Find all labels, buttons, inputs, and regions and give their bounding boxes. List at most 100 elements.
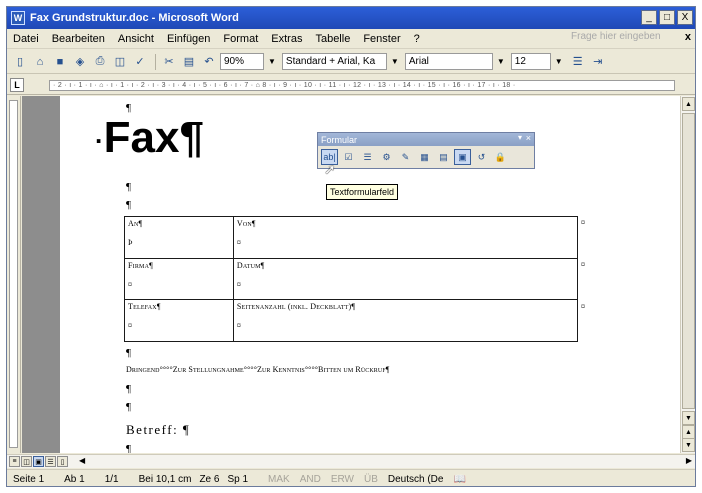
status-page-count: 1/1 [104,473,119,485]
cut-icon[interactable]: ✂ [160,53,178,71]
print-icon[interactable]: ⎙ [91,53,109,71]
scroll-right-icon[interactable]: ▶ [686,456,692,465]
insert-table-icon[interactable]: ▦ [416,149,433,165]
status-extend[interactable]: ERW [331,474,354,485]
horizontal-scrollbar[interactable]: ≡ ◫ ▣ ☰ ▯ ◀ ▶ [7,454,695,468]
zoom-select[interactable]: 90% [220,53,264,70]
urgency-options-line[interactable]: Dringend°°°°Zur Stellungnahme°°°°Zur Ken… [126,365,390,374]
forms-toolbar-close-icon[interactable]: × [526,133,531,143]
save-icon[interactable]: ■ [51,53,69,71]
reading-view-icon[interactable]: ▯ [57,456,68,467]
dropdown-formfield-icon[interactable]: ☰ [359,149,376,165]
formfield-shading-icon[interactable]: ▣ [454,149,471,165]
previous-page-icon[interactable]: ▲ [682,425,695,439]
web-layout-icon[interactable]: ◫ [21,456,32,467]
word-app-icon[interactable]: W [11,11,25,25]
normal-view-icon[interactable]: ≡ [9,456,20,467]
paragraph-mark[interactable]: ¶ [126,401,131,413]
undo-icon[interactable]: ↶ [200,53,218,71]
mouse-pointer-icon: ➚ [324,161,336,177]
paragraph-mark[interactable]: ¶ [126,347,131,359]
print-layout-icon[interactable]: ▣ [33,456,44,467]
paragraph-mark[interactable]: ¶ [126,199,131,211]
status-macro-record[interactable]: MAK [268,474,290,485]
forms-toolbar-title-bar[interactable]: Formular [318,133,534,146]
menu-fenster[interactable]: Fenster [363,33,400,45]
font-size-dropdown-icon[interactable]: ▼ [555,57,563,66]
tab-selector-button[interactable]: L [10,78,24,92]
spelling-status-icon[interactable]: 📖 [453,474,465,485]
indent-icon[interactable]: ⇥ [589,53,607,71]
table-cell-seitenanzahl[interactable]: Seitenanzahl (inkl. Deckblatt)¶ ¤ [232,299,579,342]
open-icon[interactable]: ⌂ [31,53,49,71]
table-cell-von[interactable]: Von¶ ¤ [232,216,579,259]
table-cell-an[interactable]: An¶ Þ [124,216,234,259]
text-cursor-mark: Þ [128,238,133,247]
style-dropdown-icon[interactable]: ▼ [391,57,399,66]
menu-tabelle[interactable]: Tabelle [315,33,350,45]
font-select[interactable]: Arial [404,53,493,70]
table-cell-telefax[interactable]: Telefax¶ ¤ [124,299,234,342]
ask-question-input[interactable]: Frage hier eingeben [569,31,665,46]
title-bar[interactable]: W Fax Grundstruktur.doc - Microsoft Word… [7,7,695,29]
fax-heading-text: Fax¶ [103,113,204,162]
fax-heading[interactable]: ·Fax¶ [95,114,204,164]
font-size-select[interactable]: 12 [510,53,551,70]
font-dropdown-icon[interactable]: ▼ [497,57,505,66]
vertical-ruler-scale[interactable] [9,100,18,448]
vertical-scrollbar[interactable]: ▲ ▼ ▲ ▼ [680,96,695,453]
checkbox-formfield-icon[interactable]: ☑ [340,149,357,165]
spelling-icon[interactable]: ✓ [131,53,149,71]
menu-help[interactable]: ? [414,33,420,45]
formfield-options-icon[interactable]: ⚙ [378,149,395,165]
style-select[interactable]: Standard + Arial, Ka [281,53,387,70]
status-overtype[interactable]: ÜB [364,474,378,485]
paragraph-mark[interactable]: ¶ [126,383,131,395]
word-window: W Fax Grundstruktur.doc - Microsoft Word… [6,6,696,487]
paragraph-mark[interactable]: ¶ [126,443,131,453]
ruler-scale[interactable]: · 2 · ı · 1 · ı · ⌂ · ı · 1 · ı · 2 · ı … [49,80,675,91]
window-controls: _ □ X [641,10,693,25]
cell-end-mark: ¤ [236,238,242,247]
paragraph-mark[interactable]: ¶ [126,181,131,193]
menu-ansicht[interactable]: Ansicht [118,33,154,45]
permission-icon[interactable]: ◈ [71,53,89,71]
menu-einfuegen[interactable]: Einfügen [167,33,210,45]
menu-bearbeiten[interactable]: Bearbeiten [52,33,105,45]
scroll-left-icon[interactable]: ◀ [79,456,85,465]
preview-icon[interactable]: ◫ [111,53,129,71]
status-language[interactable]: Deutsch (De [388,474,444,485]
reset-formfields-icon[interactable]: ↺ [473,149,490,165]
menu-datei[interactable]: Datei [13,33,39,45]
insert-frame-icon[interactable]: ▤ [435,149,452,165]
table-cell-datum[interactable]: Datum¶ ¤ [232,257,579,301]
maximize-button[interactable]: □ [659,10,675,25]
new-doc-icon[interactable]: ▯ [11,53,29,71]
scroll-down-icon[interactable]: ▼ [682,411,695,425]
forms-toolbar: Formular ▾ × ab| ☑ ☰ ⚙ ✎ ▦ ▤ ▣ ↺ 🔒 [317,132,535,169]
bullets-icon[interactable]: ☰ [569,53,587,71]
toolbar-options-icon[interactable]: ▾ [518,133,522,142]
cell-label: Telefax¶ [128,302,161,312]
cell-end-mark: ¤ [236,279,242,289]
window-title: Fax Grundstruktur.doc - Microsoft Word [30,12,239,24]
subject-line[interactable]: Betreff: ¶ [126,422,190,438]
scroll-up-icon[interactable]: ▲ [682,97,695,111]
cell-end-mark: ¤ [236,321,242,331]
menu-extras[interactable]: Extras [271,33,302,45]
protect-form-icon[interactable]: 🔒 [492,149,509,165]
outline-view-icon[interactable]: ☰ [45,456,56,467]
draw-table-icon[interactable]: ✎ [397,149,414,165]
next-page-icon[interactable]: ▼ [682,438,695,452]
close-button[interactable]: X [677,10,693,25]
close-document-button[interactable]: x [685,31,691,43]
minimize-button[interactable]: _ [641,10,657,25]
status-track-changes[interactable]: AND [300,474,321,485]
menu-format[interactable]: Format [223,33,258,45]
paste-icon[interactable]: ▤ [180,53,198,71]
zoom-dropdown-icon[interactable]: ▼ [268,57,276,66]
cell-label: Von¶ [236,219,256,228]
table-cell-firma[interactable]: Firma¶ ¤ [124,257,234,301]
horizontal-ruler: L · 2 · ı · 1 · ı · ⌂ · ı · 1 · ı · 2 · … [7,75,695,95]
scroll-thumb[interactable] [682,113,695,409]
